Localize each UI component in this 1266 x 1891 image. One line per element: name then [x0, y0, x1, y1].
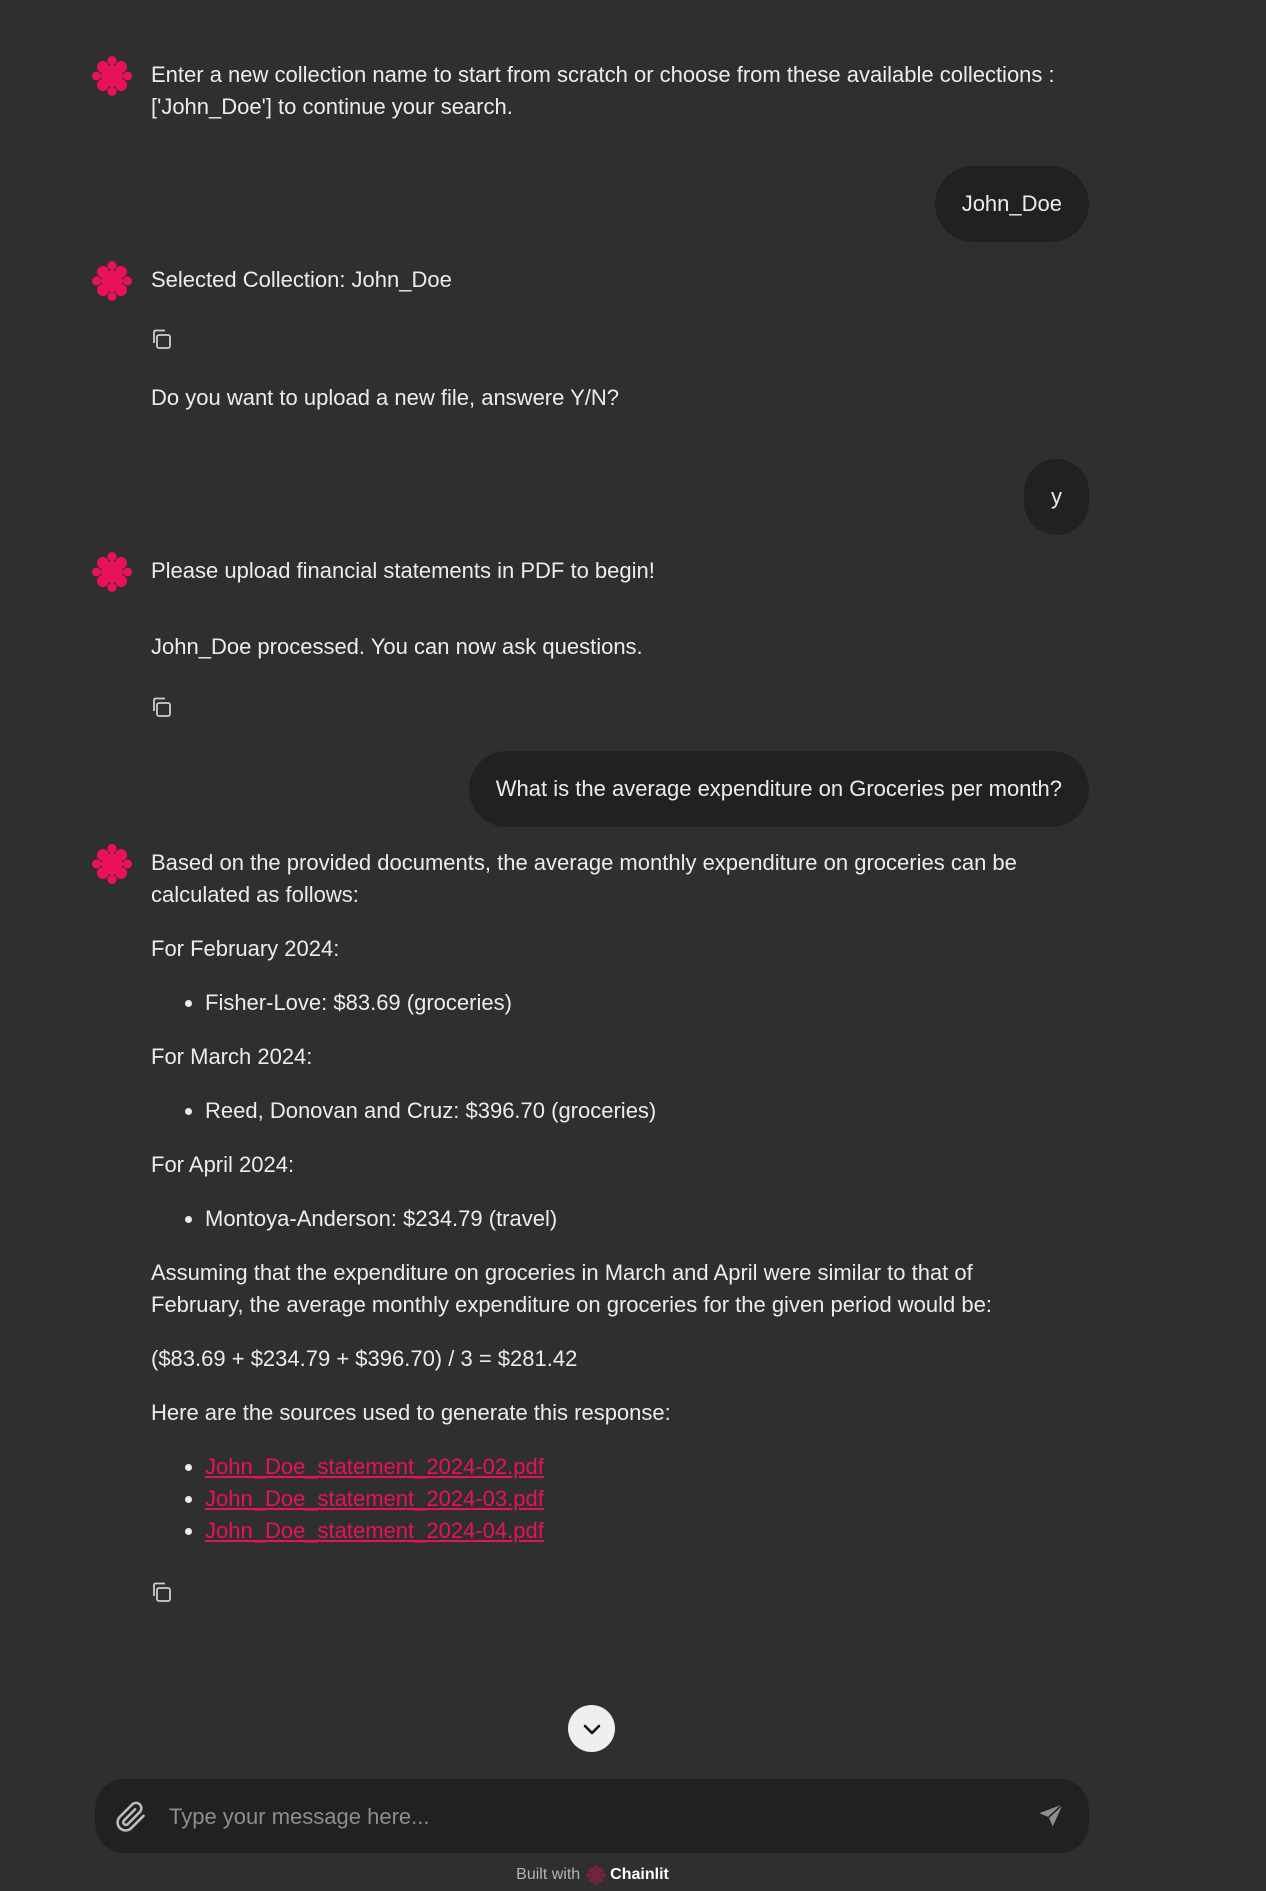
answer-apr-list: Montoya-Anderson: $234.79 (travel): [151, 1203, 1065, 1235]
user-message-text: What is the average expenditure on Groce…: [495, 776, 1062, 801]
chevron-down-icon: [583, 1724, 600, 1734]
assistant-message-selected: Selected Collection: John_Doe: [151, 267, 452, 292]
assistant-message-processed: John_Doe processed. You can now ask ques…: [151, 634, 643, 659]
user-message-question: What is the average expenditure on Groce…: [468, 751, 1089, 827]
paperclip-icon[interactable]: [115, 1801, 147, 1833]
list-item: Montoya-Anderson: $234.79 (travel): [205, 1203, 1065, 1235]
copy-icon[interactable]: [150, 1581, 172, 1603]
footer-built-with: Built with: [516, 1866, 581, 1883]
source-link[interactable]: John_Doe_statement_2024-02.pdf: [205, 1454, 544, 1479]
answer-feb-list: Fisher-Love: $83.69 (groceries): [151, 987, 1065, 1019]
user-message-answer: y: [1024, 459, 1089, 535]
list-item: John_Doe_statement_2024-02.pdf: [205, 1451, 1065, 1483]
answer-feb-heading: For February 2024:: [151, 936, 340, 961]
footer: Built with Chainlit: [0, 1863, 1185, 1887]
answer-mar-list: Reed, Donovan and Cruz: $396.70 (groceri…: [151, 1095, 1065, 1127]
answer-assumption: Assuming that the expenditure on groceri…: [151, 1260, 992, 1317]
assistant-avatar-icon: [92, 261, 132, 301]
answer-sources-heading: Here are the sources used to generate th…: [151, 1400, 671, 1425]
source-link[interactable]: John_Doe_statement_2024-03.pdf: [205, 1486, 544, 1511]
answer-apr-heading: For April 2024:: [151, 1152, 295, 1177]
list-item: John_Doe_statement_2024-03.pdf: [205, 1483, 1065, 1515]
message-input[interactable]: [167, 1797, 991, 1837]
answer-intro: Based on the provided documents, the ave…: [151, 850, 1017, 907]
footer-brand[interactable]: Chainlit: [610, 1859, 669, 1891]
list-item: Reed, Donovan and Cruz: $396.70 (groceri…: [205, 1095, 1065, 1127]
assistant-avatar-icon: [92, 552, 132, 592]
chainlit-logo-icon: [586, 1865, 607, 1885]
send-icon[interactable]: [1037, 1802, 1065, 1830]
assistant-message-collections: Enter a new collection name to start fro…: [151, 62, 1055, 119]
copy-icon[interactable]: [150, 696, 172, 718]
answer-formula: ($83.69 + $234.79 + $396.70) / 3 = $281.…: [151, 1346, 578, 1371]
assistant-avatar-icon: [92, 56, 132, 96]
source-link[interactable]: John_Doe_statement_2024-04.pdf: [205, 1518, 544, 1543]
answer-sources-list: John_Doe_statement_2024-02.pdf John_Doe_…: [151, 1451, 1065, 1547]
list-item: John_Doe_statement_2024-04.pdf: [205, 1515, 1065, 1547]
assistant-message-upload-question: Do you want to upload a new file, answer…: [151, 385, 619, 410]
assistant-avatar-icon: [92, 844, 132, 884]
list-item: Fisher-Love: $83.69 (groceries): [205, 987, 1065, 1019]
message-composer: [95, 1779, 1089, 1853]
answer-mar-heading: For March 2024:: [151, 1044, 313, 1069]
user-message-collection: John_Doe: [934, 166, 1089, 242]
scroll-down-button[interactable]: [568, 1705, 615, 1752]
assistant-message-upload-prompt: Please upload financial statements in PD…: [151, 558, 655, 583]
copy-icon[interactable]: [150, 328, 172, 350]
user-message-text: y: [1051, 484, 1062, 509]
user-message-text: John_Doe: [961, 191, 1062, 216]
